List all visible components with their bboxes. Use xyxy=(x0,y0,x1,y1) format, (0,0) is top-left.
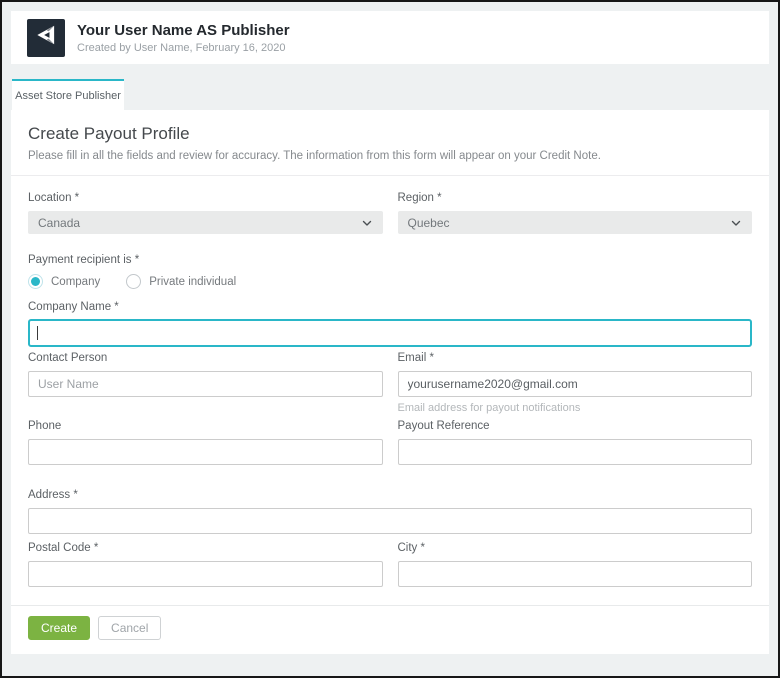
radio-company-label: Company xyxy=(51,276,100,288)
recipient-field: Payment recipient is * Company Private i… xyxy=(28,254,752,289)
create-button[interactable]: Create xyxy=(28,616,90,640)
phone-input[interactable] xyxy=(28,439,383,465)
address-label: Address * xyxy=(28,489,752,501)
company-name-label: Company Name * xyxy=(28,301,752,313)
address-field: Address * xyxy=(28,489,752,534)
publisher-subtitle: Created by User Name, February 16, 2020 xyxy=(77,42,290,54)
recipient-label: Payment recipient is * xyxy=(28,254,752,266)
cancel-button[interactable]: Cancel xyxy=(98,616,161,640)
page-description: Please fill in all the fields and review… xyxy=(28,150,752,162)
company-name-input[interactable] xyxy=(28,319,752,347)
content-panel: Create Payout Profile Please fill in all… xyxy=(11,110,769,654)
payout-reference-label: Payout Reference xyxy=(398,420,753,432)
postal-code-input[interactable] xyxy=(28,561,383,587)
email-label: Email * xyxy=(398,352,753,364)
location-label: Location * xyxy=(28,192,383,204)
address-input[interactable] xyxy=(28,508,752,534)
email-helper-text: Email address for payout notifications xyxy=(398,402,753,414)
unity-cube-icon xyxy=(33,22,59,53)
contact-person-input[interactable] xyxy=(28,371,383,397)
chevron-down-icon xyxy=(730,217,742,229)
city-input[interactable] xyxy=(398,561,753,587)
tab-label: Asset Store Publisher xyxy=(15,90,121,102)
email-input[interactable] xyxy=(398,371,753,397)
tab-asset-store-publisher[interactable]: Asset Store Publisher xyxy=(12,79,124,110)
payout-profile-form: Location * Canada Region * Quebec xyxy=(11,176,769,587)
radio-company[interactable]: Company xyxy=(28,274,100,289)
radio-private-individual[interactable]: Private individual xyxy=(126,274,236,289)
location-select[interactable]: Canada xyxy=(28,211,383,234)
contact-person-label: Contact Person xyxy=(28,352,383,364)
city-label: City * xyxy=(398,542,753,554)
app-window: Your User Name AS Publisher Created by U… xyxy=(0,0,780,678)
region-select[interactable]: Quebec xyxy=(398,211,753,234)
radio-unselected-icon xyxy=(126,274,141,289)
form-footer: Create Cancel xyxy=(11,605,769,654)
radio-private-individual-label: Private individual xyxy=(149,276,236,288)
chevron-down-icon xyxy=(361,217,373,229)
payout-reference-input[interactable] xyxy=(398,439,753,465)
title-section: Create Payout Profile Please fill in all… xyxy=(11,110,769,176)
unity-logo xyxy=(27,19,65,57)
location-value: Canada xyxy=(38,216,361,230)
publisher-title: Your User Name AS Publisher xyxy=(77,22,290,40)
postal-code-label: Postal Code * xyxy=(28,542,383,554)
tab-bar: Asset Store Publisher xyxy=(12,79,769,110)
publisher-header: Your User Name AS Publisher Created by U… xyxy=(11,11,769,64)
region-value: Quebec xyxy=(408,216,731,230)
phone-label: Phone xyxy=(28,420,383,432)
radio-selected-icon xyxy=(28,274,43,289)
company-name-field: Company Name * xyxy=(28,301,752,347)
region-label: Region * xyxy=(398,192,753,204)
text-cursor xyxy=(37,326,38,340)
page-title: Create Payout Profile xyxy=(28,124,752,144)
